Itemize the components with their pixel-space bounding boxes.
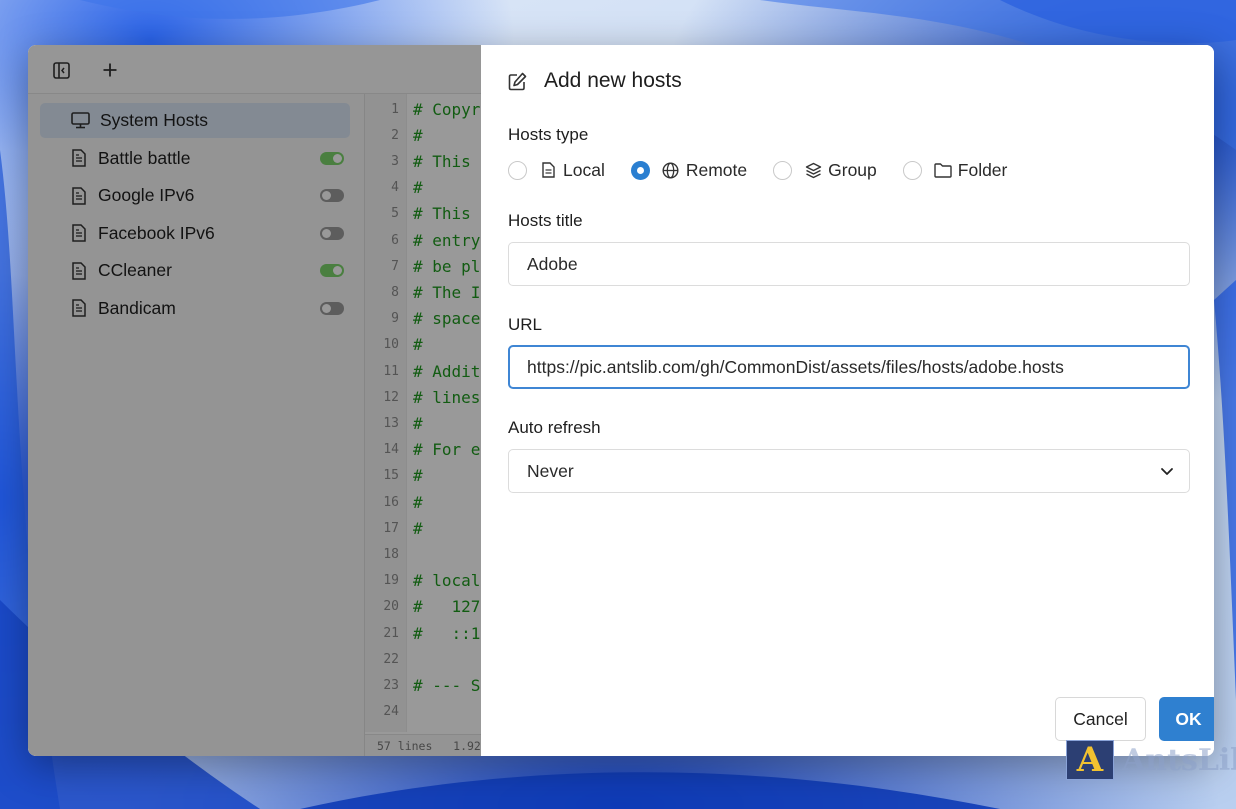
- radio-label: Local: [563, 159, 605, 180]
- folder-icon: [934, 161, 952, 179]
- radio-label: Folder: [957, 159, 1008, 180]
- cancel-button[interactable]: Cancel: [1055, 697, 1146, 741]
- edit-icon: [508, 71, 528, 91]
- radio-label: Group: [828, 159, 877, 180]
- radio-button[interactable]: [508, 160, 527, 180]
- watermark: A AntsLib: [1066, 740, 1236, 780]
- radio-button[interactable]: [773, 160, 793, 180]
- hosts-type-radio-group: Local Remote Group Folder: [508, 158, 1033, 182]
- watermark-logo: A: [1066, 740, 1114, 780]
- radio-group[interactable]: Group: [773, 160, 877, 181]
- url-input[interactable]: https://pic.antslib.com/gh/CommonDist/as…: [508, 345, 1190, 389]
- file-icon: [539, 161, 557, 179]
- chevron-down-icon: [1159, 463, 1175, 479]
- watermark-text: AntsLib: [1122, 742, 1236, 778]
- dialog-title-text: Add new hosts: [544, 69, 682, 92]
- app-window: System Hosts Battle battle Google IPv6 F…: [28, 45, 1214, 756]
- add-hosts-dialog: Add new hosts Hosts type Local Remote Gr…: [481, 45, 1214, 756]
- auto-refresh-label: Auto refresh: [508, 418, 601, 437]
- radio-remote[interactable]: Remote: [630, 159, 748, 181]
- modal-backdrop[interactable]: [28, 45, 481, 756]
- globe-icon: [662, 161, 680, 179]
- radio-button[interactable]: [902, 160, 922, 180]
- hosts-title-input[interactable]: Adobe: [508, 242, 1190, 286]
- layers-icon: [804, 161, 822, 179]
- hosts-type-label: Hosts type: [508, 125, 589, 144]
- dialog-title: Add new hosts: [508, 67, 682, 95]
- radio-button[interactable]: [630, 160, 650, 180]
- auto-refresh-value: Never: [527, 460, 574, 481]
- url-label: URL: [508, 315, 543, 334]
- radio-folder[interactable]: Folder: [902, 159, 1008, 181]
- auto-refresh-select[interactable]: Never: [508, 449, 1190, 493]
- hosts-title-label: Hosts title: [508, 211, 583, 230]
- radio-local[interactable]: Local: [508, 160, 605, 181]
- watermark-logo-letter: A: [1076, 740, 1104, 780]
- radio-label: Remote: [685, 159, 748, 180]
- ok-button[interactable]: OK: [1159, 697, 1214, 741]
